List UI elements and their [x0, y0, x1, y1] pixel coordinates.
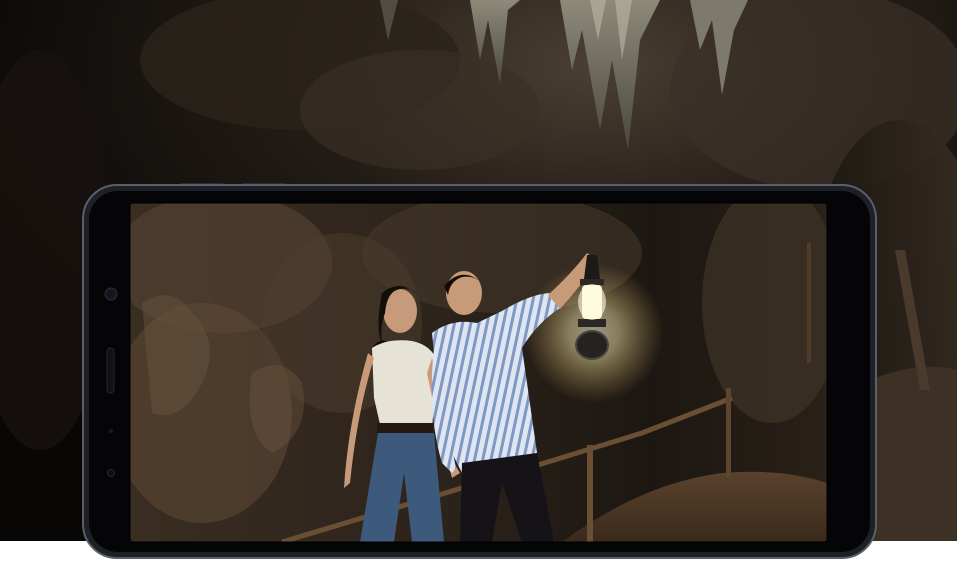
phone-screen-photo — [130, 203, 827, 542]
smartphone-device — [82, 183, 877, 560]
product-hero-image — [0, 0, 957, 565]
